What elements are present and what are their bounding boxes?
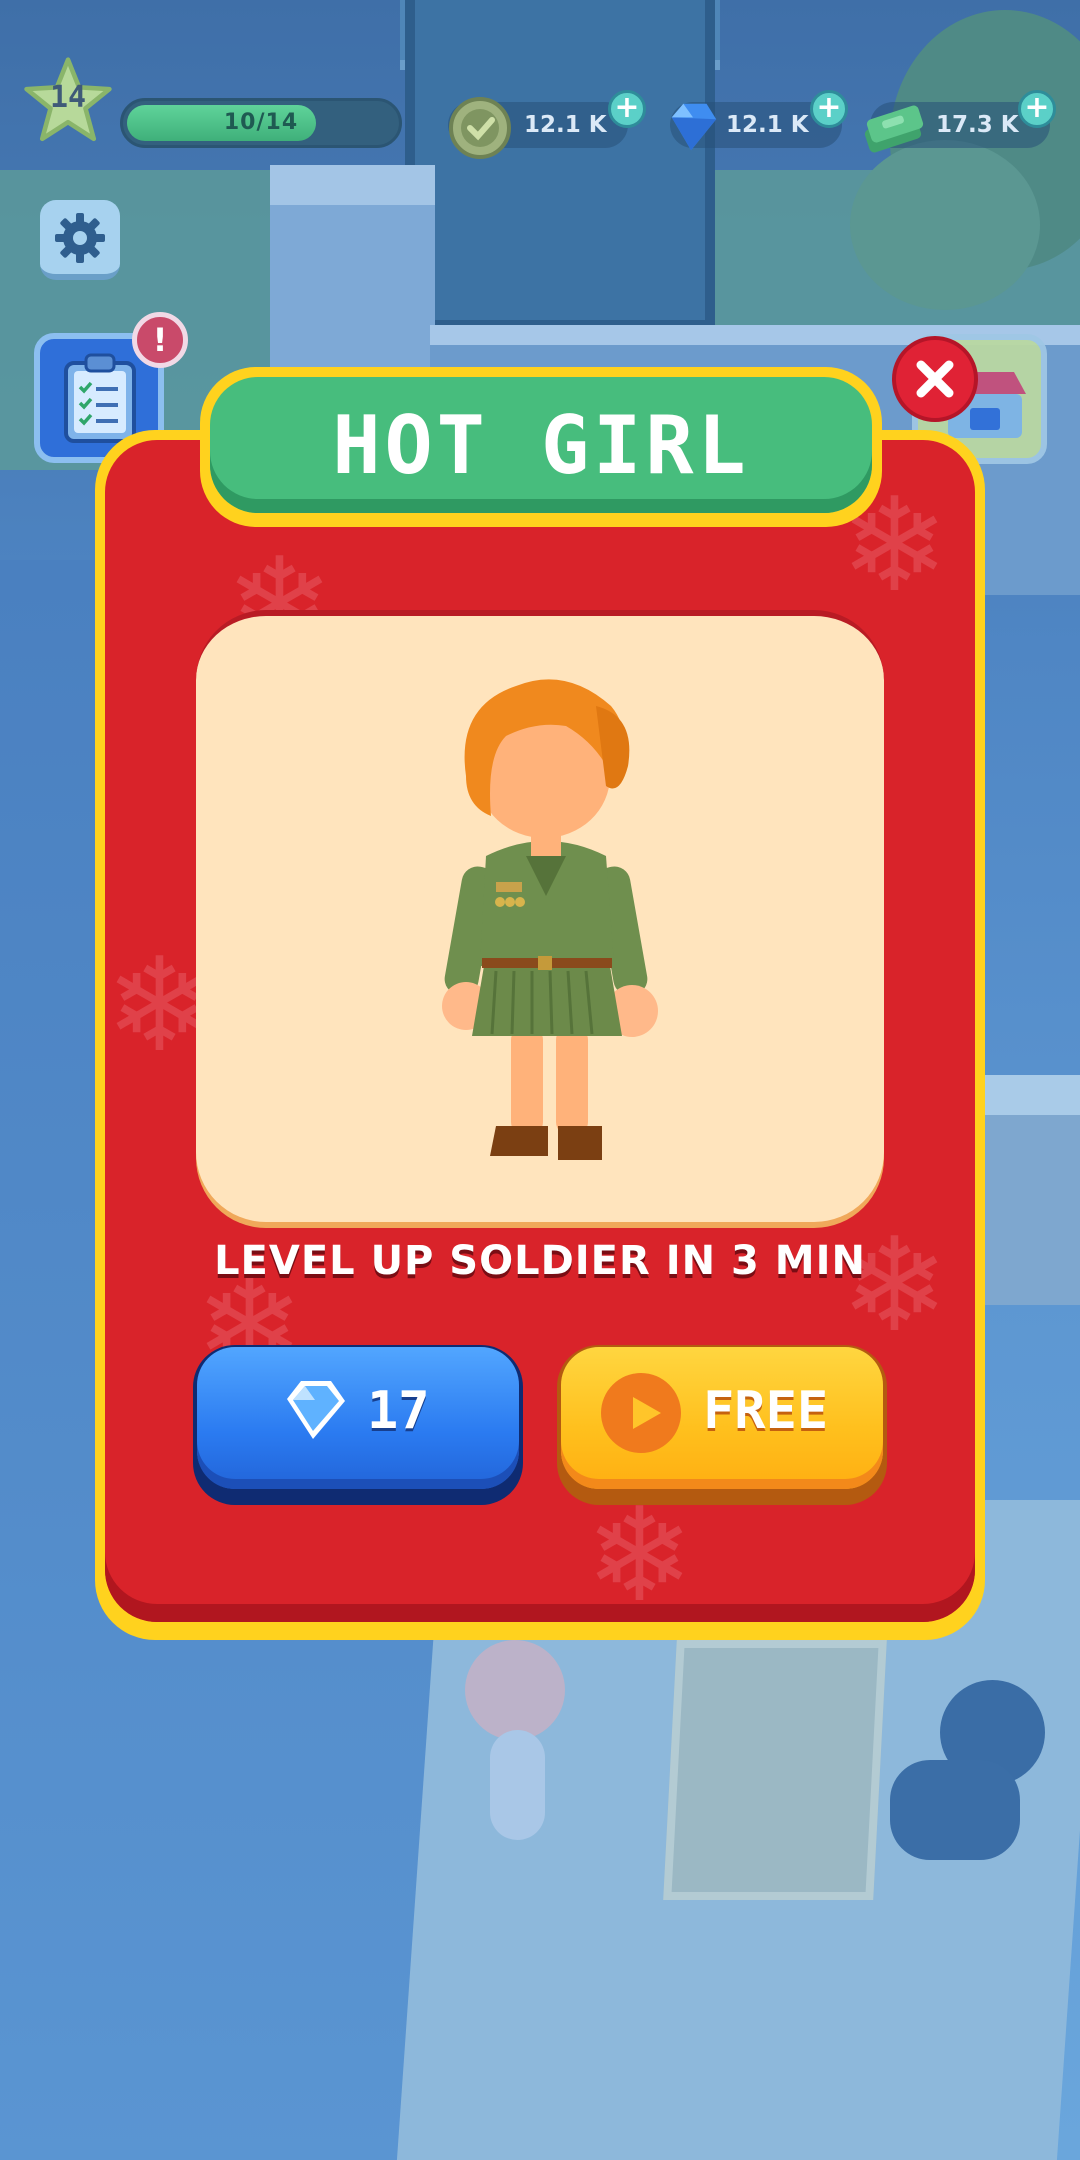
clipboard-icon [64,353,136,443]
buy-with-gems-button[interactable]: 17 [193,1345,523,1505]
title-banner: HOT GIRL [200,367,882,527]
gear-icon [55,213,105,263]
character-figure-image [442,679,658,1160]
recruit-character-head [465,1640,565,1740]
modal-title: HOT GIRL [332,399,750,492]
tree-foliage [850,140,1040,310]
side-building [980,1075,1080,1305]
medal-coin-icon [448,96,512,160]
gem-price: 17 [367,1381,430,1441]
xp-progress-bar: 10/14 [120,98,402,148]
recruit-character-body [490,1730,545,1840]
cash-stack-icon [860,96,930,156]
xp-progress-text: 10/14 [223,110,299,135]
gem-icon [287,1381,345,1439]
player-level: 14 [49,80,87,115]
soldier-character-body [890,1760,1020,1860]
watch-ad-free-button[interactable]: FREE [557,1345,887,1505]
add-tokens-button[interactable]: + [608,90,646,128]
free-label: FREE [703,1381,829,1441]
title-banner-face: HOT GIRL [210,377,872,513]
currency-cash: 17.3 K + [860,90,1070,153]
add-cash-button[interactable]: + [1018,90,1056,128]
currency-tokens: 12.1 K + [448,90,648,159]
watch-ad-free-button-face: FREE [561,1347,883,1489]
currency-cash-amount: 17.3 K [936,112,1019,138]
buy-with-gems-button-face: 17 [197,1347,519,1489]
reward-description: LEVEL UP SOLDIER IN 3 MIN [214,1238,866,1284]
currency-gems: 12.1 K + [660,90,860,152]
tasks-alert-badge: ! [132,312,188,368]
close-button[interactable] [892,336,978,422]
currency-tokens-amount: 12.1 K [524,112,607,138]
character-preview-card [196,610,884,1222]
gem-icon [664,98,722,156]
top-hud: 14 10/14 12.1 K + 12.1 K + 17.3 K + [0,50,1080,160]
settings-button[interactable] [40,200,120,280]
currency-gems-amount: 12.1 K [726,112,809,138]
play-video-icon [601,1373,681,1453]
weapon-table [663,1640,887,1900]
snowflake-decoration: ❄ [585,1479,694,1622]
add-gems-button[interactable]: + [810,90,848,128]
close-icon [916,360,954,398]
